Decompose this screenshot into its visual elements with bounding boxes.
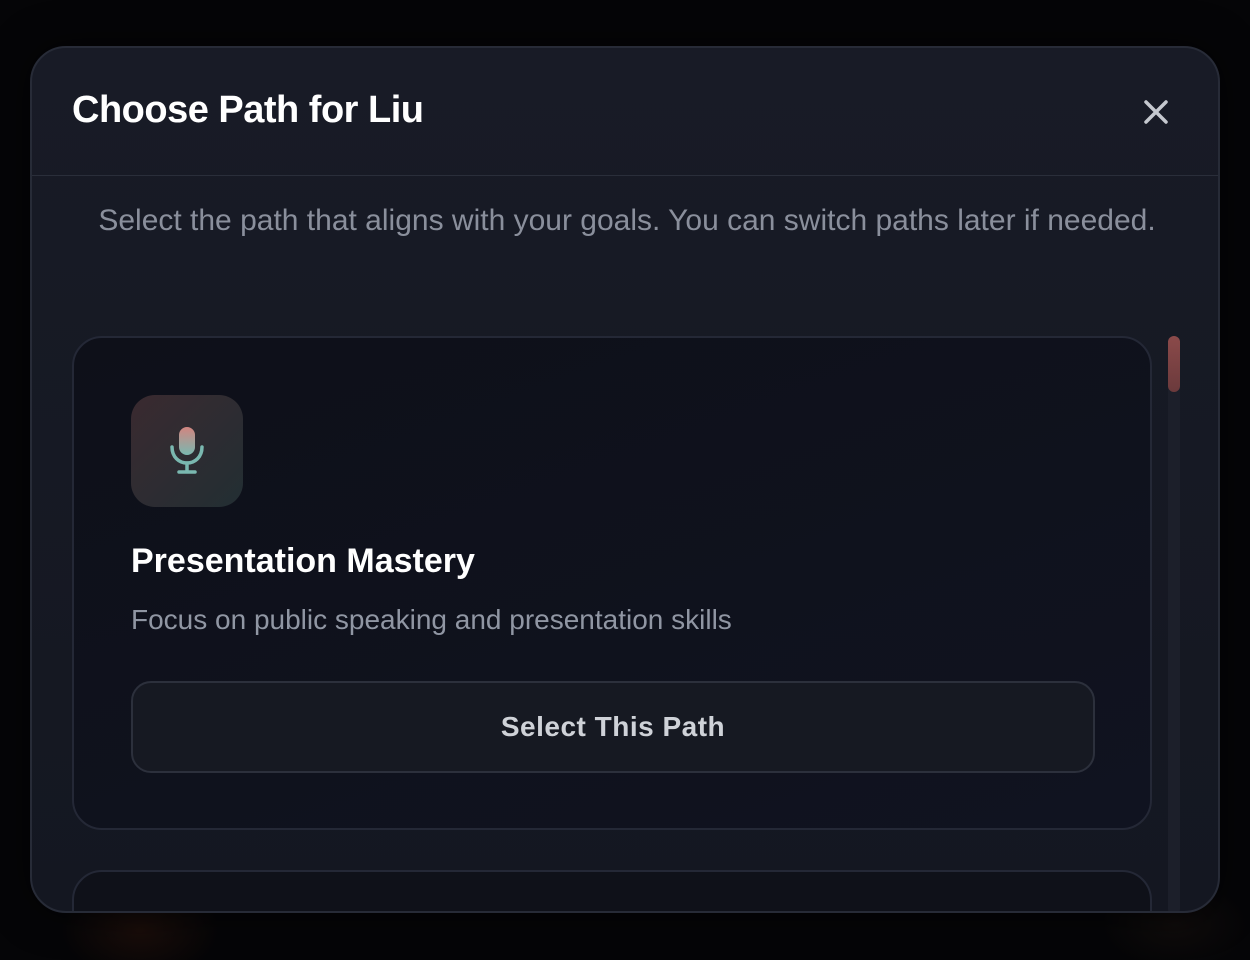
microphone-icon — [170, 427, 204, 474]
path-description: Focus on public speaking and presentatio… — [131, 604, 732, 635]
modal-subtitle: Select the path that aligns with your go… — [98, 204, 1156, 237]
path-list[interactable]: Presentation Mastery Focus on public spe… — [72, 336, 1152, 911]
scrollbar[interactable] — [1168, 336, 1180, 911]
close-icon — [1144, 100, 1168, 124]
path-title: Presentation Mastery — [131, 542, 475, 580]
choose-path-modal: Choose Path for Liu Select the path that… — [30, 46, 1220, 913]
modal-title: Choose Path for Liu — [72, 89, 424, 131]
path-card-next[interactable] — [72, 870, 1152, 911]
close-button[interactable] — [1138, 94, 1174, 130]
scrollbar-thumb[interactable] — [1168, 336, 1180, 392]
path-icon-tile — [131, 395, 243, 507]
select-path-button[interactable]: Select This Path — [131, 681, 1095, 773]
path-card-presentation-mastery: Presentation Mastery Focus on public spe… — [72, 336, 1152, 830]
modal-header: Choose Path for Liu — [32, 48, 1218, 176]
